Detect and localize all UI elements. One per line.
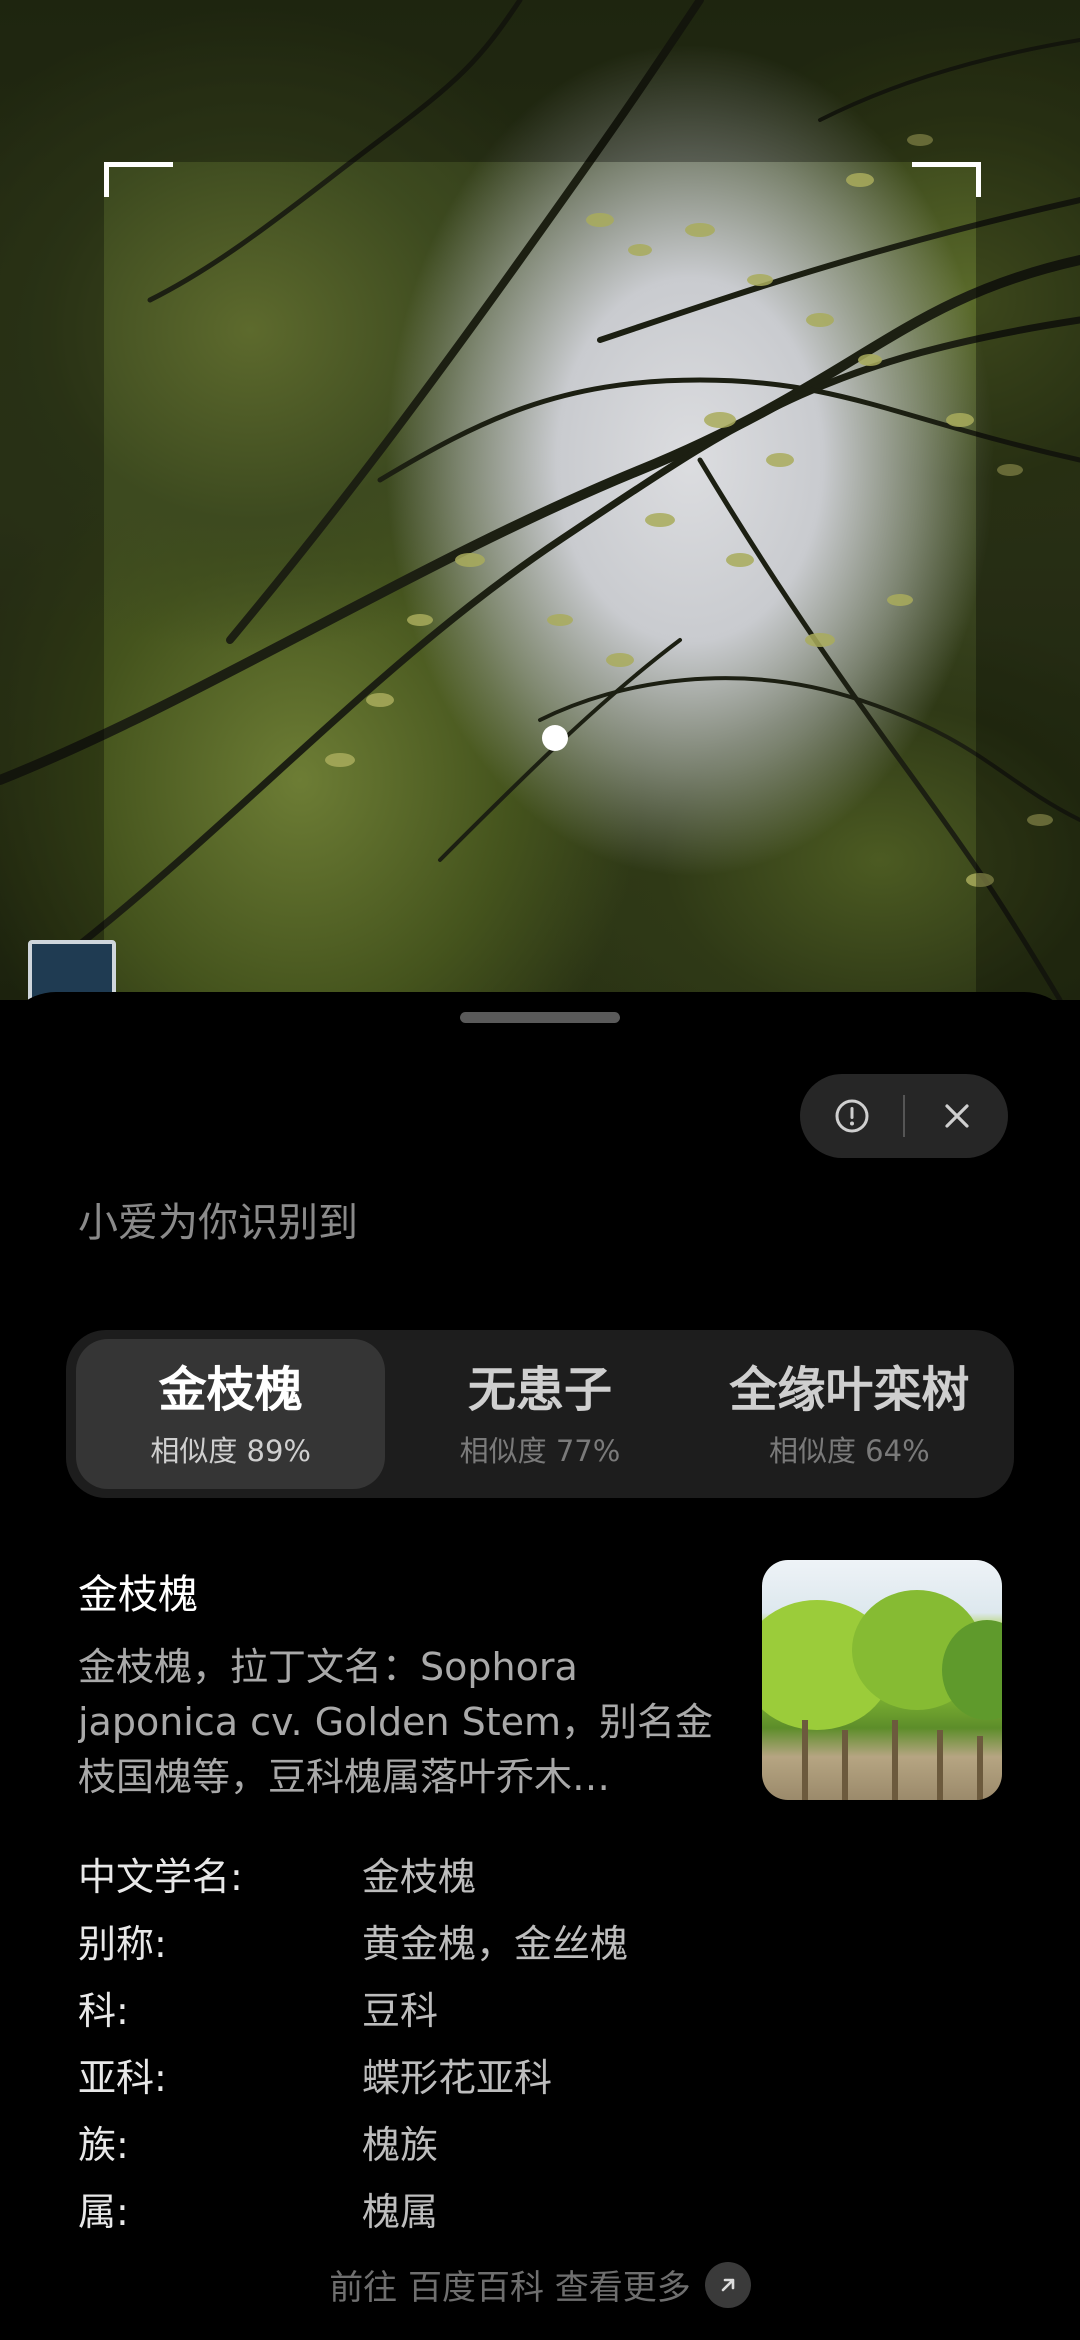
detail-description[interactable]: 金枝槐，拉丁文名：Sophora japonica cv. Golden Ste…: [78, 1640, 718, 1805]
info-value: 豆科: [362, 1989, 439, 2033]
feedback-button[interactable]: [800, 1074, 903, 1158]
info-value: 蝶形花亚科: [362, 2056, 553, 2100]
info-key: 属:: [78, 2190, 129, 2234]
info-row: 属: 槐属: [78, 2175, 628, 2242]
baike-link[interactable]: 前往 百度百科 查看更多: [0, 2260, 1080, 2309]
result-sheet: 小爱为你识别到 金枝槐 相似度 89% 无患子 相似度 77% 全缘叶栾树 相似…: [0, 992, 1080, 2340]
info-key: 族:: [78, 2123, 129, 2167]
scan-frame-corner-top-right: [912, 162, 981, 197]
info-value: 槐属: [362, 2190, 439, 2234]
result-tabs: 金枝槐 相似度 89% 无患子 相似度 77% 全缘叶栾树 相似度 64%: [66, 1330, 1014, 1498]
info-row: 别称: 黄金槐，金丝槐: [78, 1907, 628, 1974]
recognition-subtitle: 小爱为你识别到: [78, 1200, 358, 1246]
tab-result-name: 无患子: [467, 1362, 612, 1418]
close-button[interactable]: [905, 1074, 1008, 1158]
info-row: 族: 槐族: [78, 2108, 628, 2175]
action-pill: [800, 1074, 1008, 1158]
tab-result-1[interactable]: 金枝槐 相似度 89%: [76, 1339, 386, 1489]
scan-frame-corner-top-left: [104, 162, 173, 197]
info-key: 别称:: [78, 1922, 167, 1966]
info-key: 中文学名:: [78, 1855, 243, 1899]
tab-result-similarity: 相似度 64%: [768, 1434, 930, 1468]
info-value: 槐族: [362, 2123, 439, 2167]
info-row: 中文学名: 金枝槐: [78, 1840, 628, 1907]
street-sign: [28, 940, 116, 1000]
tab-result-name: 金枝槐: [158, 1362, 303, 1418]
camera-viewfinder: [0, 0, 1080, 1000]
tab-result-2[interactable]: 无患子 相似度 77%: [385, 1339, 694, 1489]
sheet-drag-handle[interactable]: [460, 1012, 620, 1023]
arrow-up-right-icon: [704, 2261, 751, 2308]
close-icon: [944, 1104, 969, 1128]
tab-result-name: 全缘叶栾树: [729, 1362, 970, 1418]
info-value: 金枝槐: [362, 1855, 477, 1899]
info-table: 中文学名: 金枝槐 别称: 黄金槐，金丝槐 科: 豆科 亚科: 蝶形花亚科 族:…: [78, 1840, 628, 2242]
info-key: 亚科:: [78, 2056, 167, 2100]
focus-point[interactable]: [542, 725, 568, 751]
info-value: 黄金槐，金丝槐: [362, 1922, 629, 1966]
alert-circle-icon: [835, 1099, 868, 1133]
tab-result-similarity: 相似度 77%: [459, 1434, 621, 1468]
info-row: 科: 豆科: [78, 1974, 628, 2041]
detail-title: 金枝槐: [78, 1572, 198, 1618]
baike-link-text: 前往 百度百科 查看更多: [329, 2268, 691, 2308]
tab-result-similarity: 相似度 89%: [150, 1434, 311, 1468]
plant-thumbnail[interactable]: [762, 1560, 1002, 1800]
tab-result-3[interactable]: 全缘叶栾树 相似度 64%: [695, 1339, 1004, 1489]
info-row: 亚科: 蝶形花亚科: [78, 2041, 628, 2108]
info-key: 科:: [78, 1989, 129, 2033]
